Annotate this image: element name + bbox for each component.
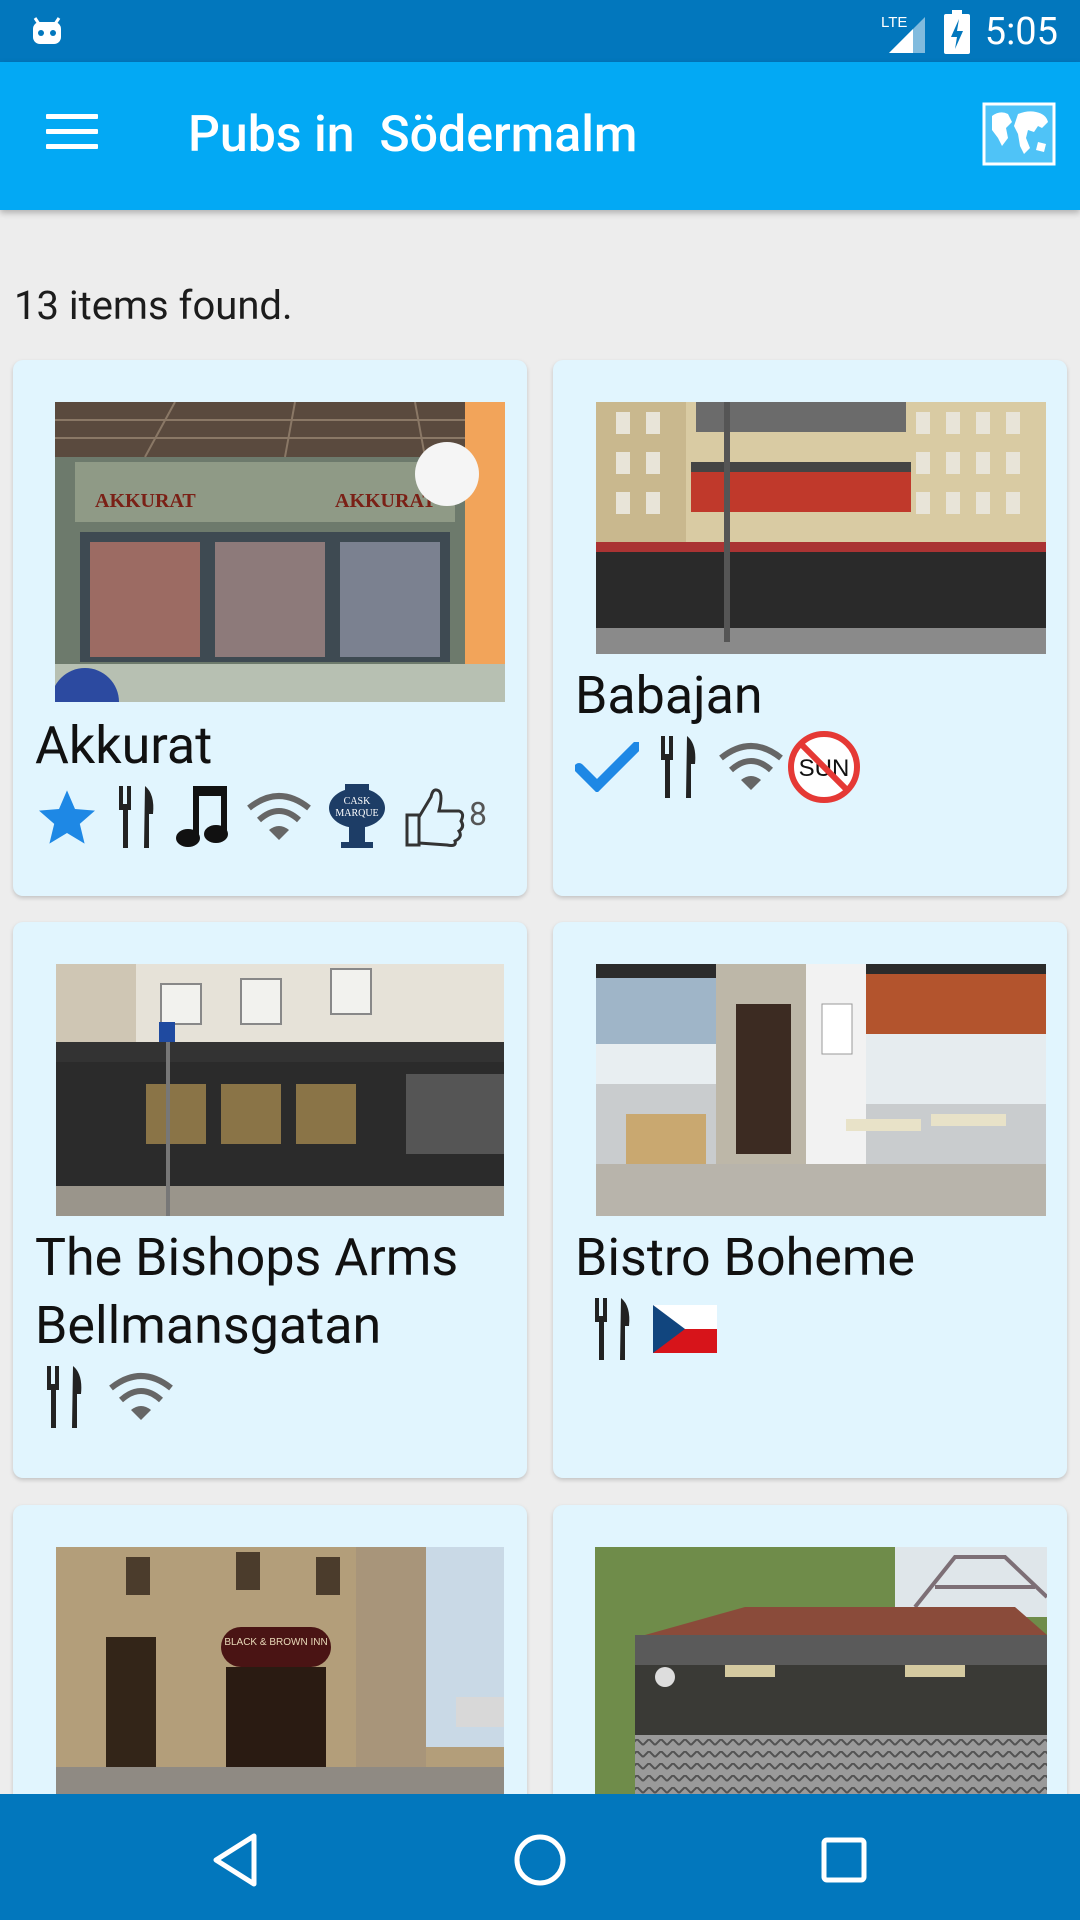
recents-icon[interactable] <box>814 1830 874 1890</box>
cutlery-icon <box>119 786 154 848</box>
results-count: 13 items found. <box>14 282 293 329</box>
world-map-icon[interactable] <box>982 102 1056 166</box>
cutlery-icon <box>47 1366 82 1428</box>
pub-card-kiosk-bar[interactable] <box>553 1505 1067 1805</box>
svg-text:CASK: CASK <box>344 796 371 807</box>
likes-count: 8 <box>469 795 487 833</box>
pub-card-black-brown-inn[interactable]: BLACK & BROWN INN <box>13 1505 527 1805</box>
pub-photo <box>595 1547 1047 1799</box>
navigation-bar <box>0 1794 1080 1920</box>
pub-name: The Bishops Arms Bellmansgatan <box>35 1227 459 1356</box>
lte-signal-icon: LTE <box>881 14 925 53</box>
android-notification-icon <box>33 17 61 44</box>
back-icon[interactable] <box>206 1830 266 1890</box>
svg-text:LTE: LTE <box>881 14 907 31</box>
pub-photo: BLACK & BROWN INN <box>56 1547 504 1799</box>
clock: 5:05 <box>984 10 1058 54</box>
cutlery-icon <box>595 1298 630 1360</box>
wifi-icon <box>719 743 783 790</box>
pub-name: Babajan <box>575 665 763 726</box>
no-sun-icon: SUN <box>788 731 860 803</box>
hamburger-menu-icon[interactable] <box>46 114 98 154</box>
app-bar: Pubs in Södermalm <box>0 62 1080 210</box>
battery-charging-icon <box>943 10 970 54</box>
pub-photo: AKKURAT AKKURAT <box>55 402 505 702</box>
thumbs-up-icon <box>405 788 465 847</box>
pub-card-bistro-boheme[interactable]: Bistro Boheme <box>553 922 1067 1478</box>
svg-text:AKKURAT: AKKURAT <box>95 490 196 512</box>
pub-card-akkurat[interactable]: AKKURAT AKKURAT Akkurat CASK MARQUE 8 <box>13 360 527 896</box>
wifi-icon <box>247 793 311 840</box>
cutlery-icon <box>661 736 696 798</box>
svg-text:MARQUE: MARQUE <box>335 808 378 819</box>
czech-flag-icon <box>653 1305 717 1353</box>
pub-photo <box>596 964 1046 1216</box>
checkmark-icon <box>575 742 639 792</box>
music-note-icon <box>176 786 228 847</box>
cask-marque-icon: CASKMARQUE <box>329 784 385 848</box>
pub-photo <box>56 964 504 1216</box>
pub-photo <box>596 402 1046 654</box>
pub-name: Bistro Boheme <box>575 1227 916 1288</box>
pub-card-bishops-arms[interactable]: The Bishops Arms Bellmansgatan <box>13 922 527 1478</box>
star-icon <box>39 790 95 844</box>
pub-name: Akkurat <box>35 715 213 776</box>
pub-card-babajan[interactable]: Babajan SUN <box>553 360 1067 896</box>
page-title: Pubs in Södermalm <box>188 106 638 164</box>
svg-text:AKKURAT: AKKURAT <box>335 490 436 512</box>
svg-text:BLACK & BROWN INN: BLACK & BROWN INN <box>224 1637 327 1648</box>
wifi-icon <box>109 1373 173 1420</box>
status-bar: LTE 5:05 <box>0 0 1080 62</box>
home-icon[interactable] <box>510 1830 570 1890</box>
